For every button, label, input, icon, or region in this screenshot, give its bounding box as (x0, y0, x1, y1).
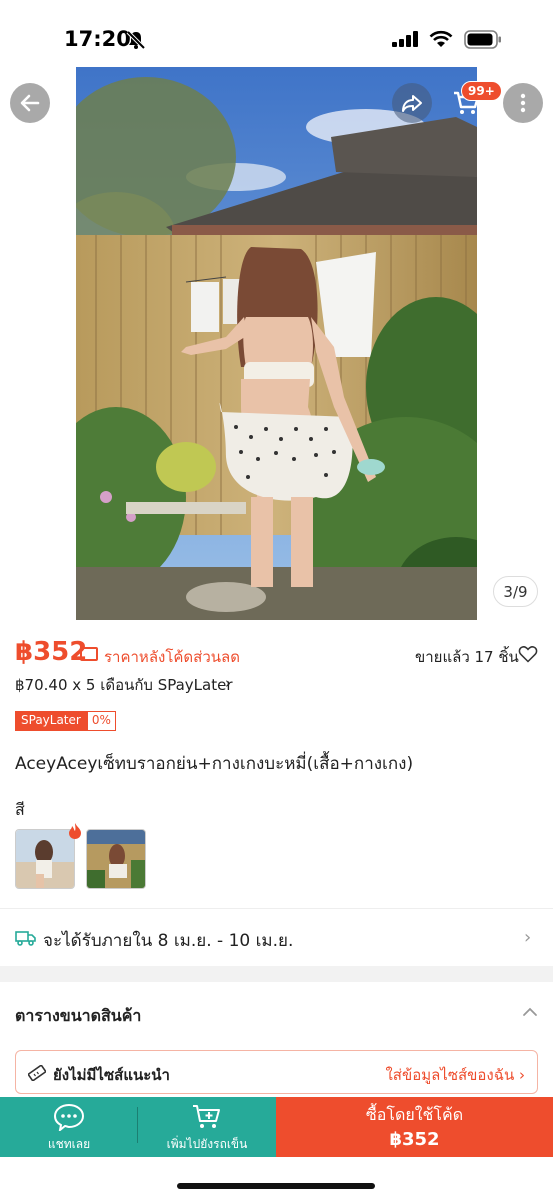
home-indicator[interactable] (177, 1183, 375, 1189)
share-icon (402, 95, 422, 112)
product-image[interactable] (76, 67, 477, 620)
swatch-image (87, 830, 145, 888)
bottom-action-bar: แชทเลย เพิ่มไปยังรถเข็น ซื้อโดยใช้โค้ด ฿… (0, 1097, 553, 1157)
back-button[interactable] (10, 83, 50, 123)
more-options-button[interactable] (503, 83, 543, 123)
status-bar: 17:20 (0, 0, 553, 62)
share-button[interactable] (392, 83, 432, 123)
voucher-icon (80, 647, 98, 661)
product-title: AceyAceyเซ็ทบราอกย่น+กางเกงบะหมี่(เสื้อ+… (15, 754, 414, 774)
size-recommendation-box[interactable]: ยังไม่มีไซส์แนะนำ ใส่ข้อมูลไซส์ของฉัน › (15, 1050, 538, 1094)
chat-button-label: แชทเลย (47, 1137, 91, 1151)
spaylater-rate: 0% (86, 711, 116, 731)
add-to-cart-button[interactable]: เพิ่มไปยังรถเข็น (138, 1097, 276, 1157)
chevron-up-icon[interactable] (521, 1003, 539, 1021)
enter-my-size-link[interactable]: ใส่ข้อมูลไซส์ของฉัน › (385, 1063, 525, 1087)
buy-with-code-button[interactable]: ซื้อโดยใช้โค้ด ฿352 (276, 1097, 553, 1157)
color-swatch-2[interactable] (86, 829, 146, 889)
chat-icon (53, 1103, 85, 1131)
delivery-estimate: จะได้รับภายใน 8 เม.ย. - 10 เม.ย. (43, 931, 294, 951)
truck-icon (15, 931, 36, 946)
heart-icon[interactable] (518, 644, 538, 664)
bell-muted-icon (126, 30, 146, 50)
chevron-right-icon: › (524, 927, 532, 948)
battery-icon (464, 30, 501, 49)
size-chart-title[interactable]: ตารางขนาดสินค้า (15, 1004, 141, 1029)
delivery-row[interactable]: จะได้รับภายใน 8 เม.ย. - 10 เม.ย. › (0, 910, 553, 966)
swatch-image (16, 830, 74, 888)
color-swatch-1[interactable] (15, 829, 75, 889)
sold-count: ขายแล้ว 17 ชิ้น (415, 648, 519, 666)
ruler-icon (28, 1065, 46, 1081)
spaylater-label: SPayLater (15, 711, 87, 731)
color-option-label: สี (15, 800, 25, 819)
chat-button[interactable]: แชทเลย (0, 1097, 138, 1157)
buy-button-price: ฿352 (389, 1129, 440, 1150)
chevron-right-icon: › (225, 674, 231, 692)
wifi-icon (429, 30, 453, 47)
status-time: 17:20 (64, 27, 131, 51)
no-size-recommendation: ยังไม่มีไซส์แนะนำ (53, 1066, 170, 1084)
image-page-indicator: 3/9 (493, 576, 538, 607)
product-price: ฿352 (15, 637, 88, 667)
divider (0, 908, 553, 909)
section-divider (0, 966, 553, 982)
more-vertical-icon (520, 93, 526, 113)
fire-icon (69, 823, 81, 839)
cart-count-badge: 99+ (461, 81, 502, 101)
signal-icon (392, 31, 418, 47)
add-to-cart-label: เพิ่มไปยังรถเข็น (166, 1137, 248, 1151)
arrow-left-icon (20, 94, 40, 112)
installment-info[interactable]: ฿70.40 x 5 เดือนกับ SPayLater (15, 673, 233, 697)
spaylater-badge: SPayLater 0% (15, 711, 116, 731)
buy-button-label: ซื้อโดยใช้โค้ด (365, 1105, 464, 1124)
price-after-code-note: ราคาหลังโค้ดส่วนลด (104, 648, 240, 666)
add-cart-icon (193, 1105, 220, 1128)
product-photo (76, 67, 477, 620)
